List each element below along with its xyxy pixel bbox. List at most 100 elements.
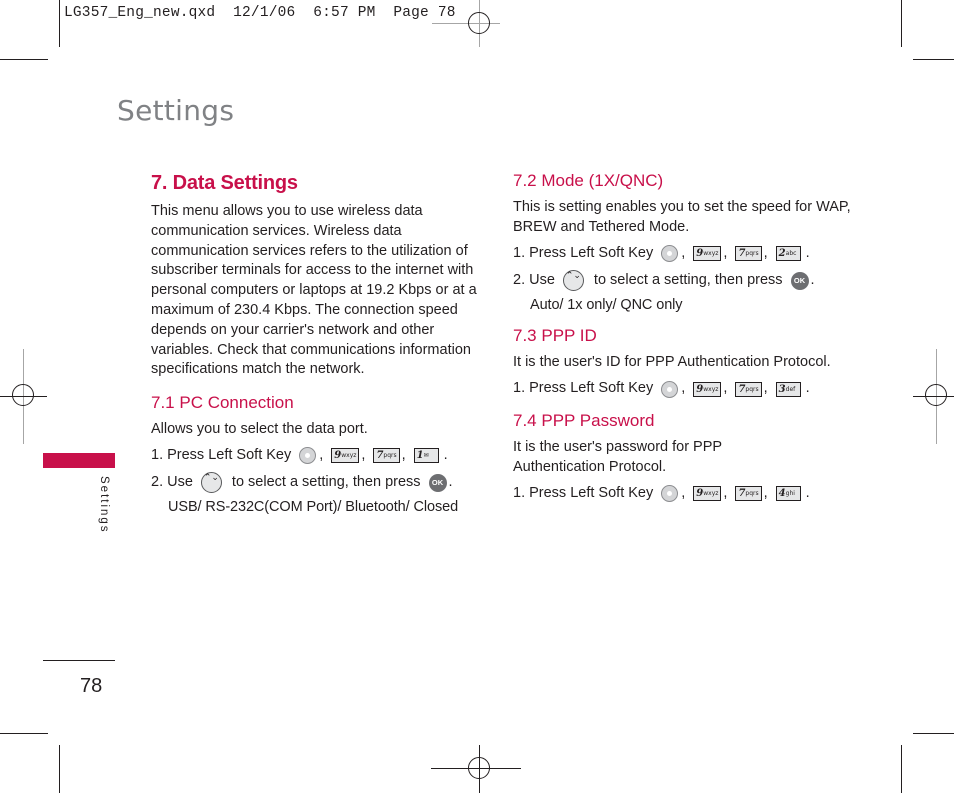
mode-step-2: 2. Use ⌃⌄ to select a setting, then pres…: [513, 270, 853, 292]
separator: .: [805, 380, 810, 397]
key-letters: wxyz: [703, 250, 719, 258]
section-tab: [43, 453, 115, 468]
key-letters: ✉: [423, 452, 429, 460]
separator: ,: [723, 484, 728, 501]
key-2-icon: 2abc: [775, 246, 801, 262]
crop-mark: [0, 733, 48, 734]
ok-button-icon: OK: [428, 473, 447, 492]
ppp-id-description: It is the user's ID for PPP Authenticati…: [513, 354, 831, 371]
left-column: 7. Data Settings This menu allows you to…: [151, 170, 481, 518]
separator: ,: [763, 244, 768, 261]
separator: ,: [763, 380, 768, 397]
separator: ,: [681, 484, 686, 501]
up-down-navigation-icon: ⌃⌄: [200, 472, 222, 494]
separator: .: [448, 474, 453, 491]
key-letters: wxyz: [703, 490, 719, 498]
step-text: 1. Press Left Soft Key: [151, 447, 292, 464]
separator: ,: [723, 244, 728, 261]
section-heading-mode: 7.2 Mode (1X/QNC): [513, 171, 664, 190]
page-title: Settings: [117, 94, 235, 127]
separator: ,: [401, 447, 406, 464]
ok-button-icon: OK: [790, 271, 809, 290]
left-soft-key-icon: [299, 447, 317, 465]
key-digit: 2: [778, 248, 786, 260]
footer-rule: [43, 660, 115, 661]
key-7-icon: 7pqrs: [373, 448, 400, 464]
key-letters: pqrs: [745, 250, 759, 258]
print-slug: LG357_Eng_new.qxd 12/1/06 6:57 PM Page 7…: [64, 5, 456, 21]
key-7-icon: 7pqrs: [735, 246, 762, 262]
separator: ,: [681, 244, 686, 261]
separator: ,: [361, 447, 366, 464]
key-letters: pqrs: [745, 385, 759, 393]
section-tab-label: Settings: [98, 476, 110, 534]
key-letters: pqrs: [383, 452, 397, 460]
crop-mark: [901, 0, 902, 47]
right-column: 7.2 Mode (1X/QNC) This is setting enable…: [513, 170, 853, 505]
crop-mark: [913, 59, 954, 60]
separator: ,: [723, 380, 728, 397]
left-soft-key-icon: [661, 380, 679, 398]
step-text: to select a setting, then press: [593, 271, 783, 288]
key-9-icon: 9wxyz: [331, 448, 360, 464]
key-digit: 3: [778, 383, 786, 395]
key-letters: wxyz: [703, 385, 719, 393]
pc-connection-step-2: 2. Use ⌃⌄ to select a setting, then pres…: [151, 472, 481, 494]
step-text: 1. Press Left Soft Key: [513, 244, 654, 261]
mode-step-1: 1. Press Left Soft Key , 9wxyz, 7pqrs, 2…: [513, 243, 853, 265]
data-settings-description: This menu allows you to use wireless dat…: [151, 203, 477, 378]
step-text: 1. Press Left Soft Key: [513, 380, 654, 397]
separator: .: [805, 484, 810, 501]
key-9-icon: 9wxyz: [693, 246, 722, 262]
section-heading-ppp-id: 7.3 PPP ID: [513, 326, 597, 346]
separator: .: [443, 447, 448, 464]
crop-mark: [913, 733, 954, 734]
key-7-icon: 7pqrs: [735, 381, 762, 397]
up-down-navigation-icon: ⌃⌄: [562, 270, 584, 292]
pc-connection-description: Allows you to select the data port.: [151, 421, 368, 438]
separator: .: [810, 271, 815, 288]
key-letters: def: [785, 385, 796, 393]
key-digit: 4: [778, 488, 786, 500]
left-soft-key-icon: [661, 485, 679, 503]
step-text: 2. Use: [513, 271, 555, 288]
separator: ,: [319, 447, 324, 464]
key-digit: 1: [416, 450, 424, 462]
registration-mark: [925, 384, 947, 406]
pc-connection-step-1: 1. Press Left Soft Key , 9wxyz, 7pqrs, 1…: [151, 445, 481, 467]
key-letters: pqrs: [745, 490, 759, 498]
crop-mark: [59, 0, 60, 47]
left-soft-key-icon: [661, 245, 679, 263]
ppp-password-step-1: 1. Press Left Soft Key , 9wxyz, 7pqrs, 4…: [513, 483, 853, 505]
key-3-icon: 3def: [775, 381, 801, 397]
crop-mark: [59, 745, 60, 793]
separator: ,: [681, 380, 686, 397]
mode-options: Auto/ 1x only/ QNC only: [530, 296, 683, 313]
key-letters: wxyz: [341, 452, 357, 460]
page-number: 78: [80, 675, 103, 697]
mode-description: This is setting enables you to set the s…: [513, 199, 851, 235]
step-text: 1. Press Left Soft Key: [513, 484, 654, 501]
section-heading-ppp-password: 7.4 PPP Password: [513, 411, 655, 431]
key-letters: abc: [785, 250, 797, 258]
key-4-icon: 4ghi: [775, 486, 801, 502]
registration-mark: [468, 757, 490, 779]
separator: .: [805, 244, 810, 261]
section-heading-data-settings: 7. Data Settings: [151, 172, 298, 194]
key-9-icon: 9wxyz: [693, 381, 722, 397]
ppp-id-step-1: 1. Press Left Soft Key , 9wxyz, 7pqrs, 3…: [513, 378, 853, 400]
key-7-icon: 7pqrs: [735, 486, 762, 502]
crop-mark: [0, 59, 48, 60]
section-heading-pc-connection: 7.1 PC Connection: [151, 393, 294, 413]
key-1-icon: 1✉: [413, 448, 439, 464]
separator: ,: [763, 484, 768, 501]
registration-mark: [12, 384, 34, 406]
pc-connection-options: USB/ RS-232C(COM Port)/ Bluetooth/ Close…: [168, 498, 459, 515]
crop-mark: [901, 745, 902, 793]
key-9-icon: 9wxyz: [693, 486, 722, 502]
registration-mark: [468, 12, 490, 34]
ppp-password-description: It is the user's password for PPP Authen…: [513, 439, 722, 475]
step-text: 2. Use: [151, 474, 193, 491]
key-letters: ghi: [785, 490, 795, 498]
step-text: to select a setting, then press: [231, 474, 421, 491]
